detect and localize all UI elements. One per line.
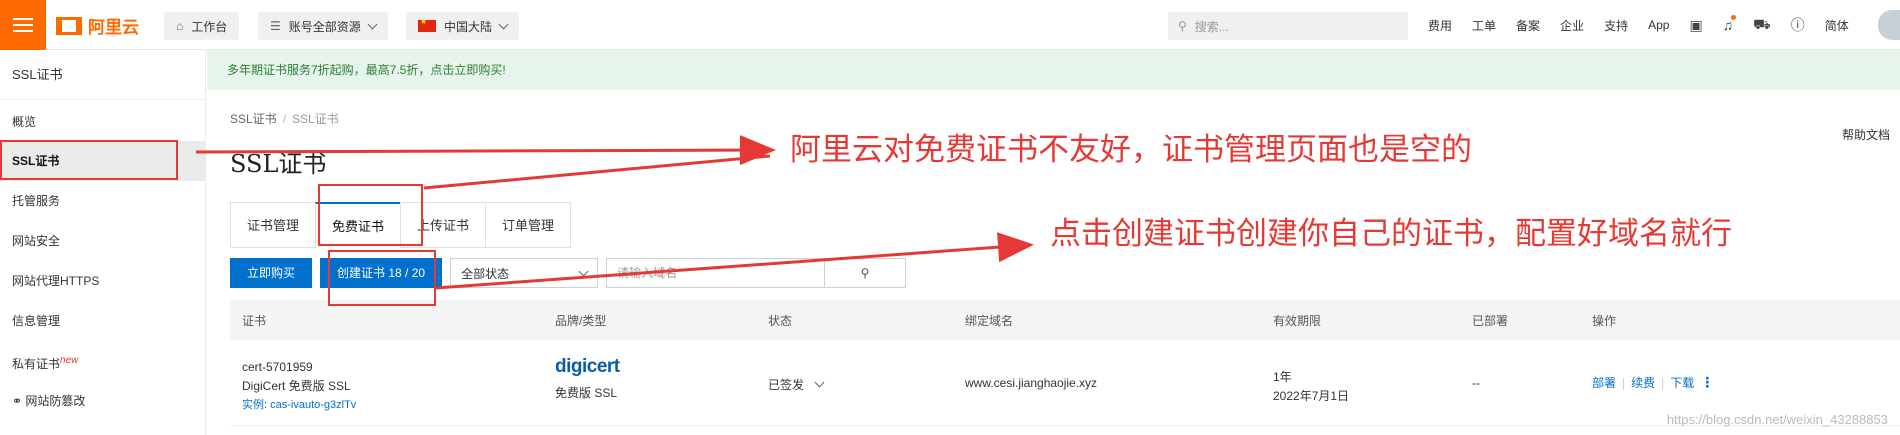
arrow-to-note1: [195, 135, 776, 166]
arrow-to-note2: [435, 232, 1034, 290]
arrow-tab-to-note1: [423, 154, 771, 190]
annotation-note-1: 阿里云对免费证书不友好，证书管理页面也是空的: [790, 132, 1472, 168]
annotation-note-2: 点击创建证书创建你自己的证书，配置好域名就行: [1050, 216, 1732, 252]
watermark: https://blog.csdn.net/weixin_43288853: [1666, 412, 1888, 427]
